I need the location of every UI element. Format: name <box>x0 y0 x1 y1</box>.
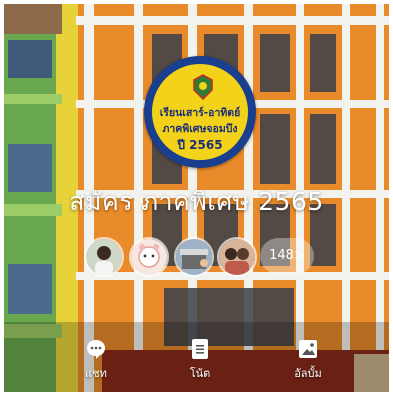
group-cover: เรียนเสาร์-อาทิตย์ ภาคพิเศษจอมบึง ปี 256… <box>4 4 389 392</box>
member-avatar[interactable] <box>217 237 257 277</box>
badge-line-3: ปี 2565 <box>177 138 223 152</box>
album-tab-label: อัลบั้ม <box>294 367 322 380</box>
album-photo-icon <box>299 340 317 358</box>
more-members-button[interactable]: 148> <box>260 238 314 274</box>
member-avatar[interactable] <box>129 237 169 277</box>
chat-bubble-icon <box>87 340 105 359</box>
badge-line-1: เรียนเสาร์-อาทิตย์ <box>159 107 241 119</box>
chat-tab[interactable]: แชท <box>66 338 126 382</box>
chat-tab-label: แชท <box>85 367 107 380</box>
group-logo-badge: เรียนเสาร์-อาทิตย์ ภาคพิเศษจอมบึง ปี 256… <box>144 56 256 168</box>
university-emblem-icon <box>193 74 213 100</box>
badge-inner: เรียนเสาร์-อาทิตย์ ภาคพิเศษจอมบึง ปี 256… <box>152 64 248 160</box>
group-title[interactable]: สมัคร ภาคพิเศษ 2565 <box>4 182 389 222</box>
note-icon <box>192 339 208 359</box>
avatar-photo-icon <box>176 239 212 275</box>
badge-line-2: ภาคพิเศษจอมบึง <box>162 123 238 135</box>
avatar-photo-icon <box>219 239 255 275</box>
avatar-photo-icon <box>86 239 122 275</box>
member-avatar[interactable] <box>174 237 214 277</box>
album-tab[interactable]: อัลบั้ม <box>278 338 338 382</box>
note-tab[interactable]: โน้ต <box>170 338 230 382</box>
avatar-cartoon-icon <box>131 239 167 275</box>
note-tab-label: โน้ต <box>189 367 211 380</box>
member-avatar[interactable] <box>84 237 124 277</box>
